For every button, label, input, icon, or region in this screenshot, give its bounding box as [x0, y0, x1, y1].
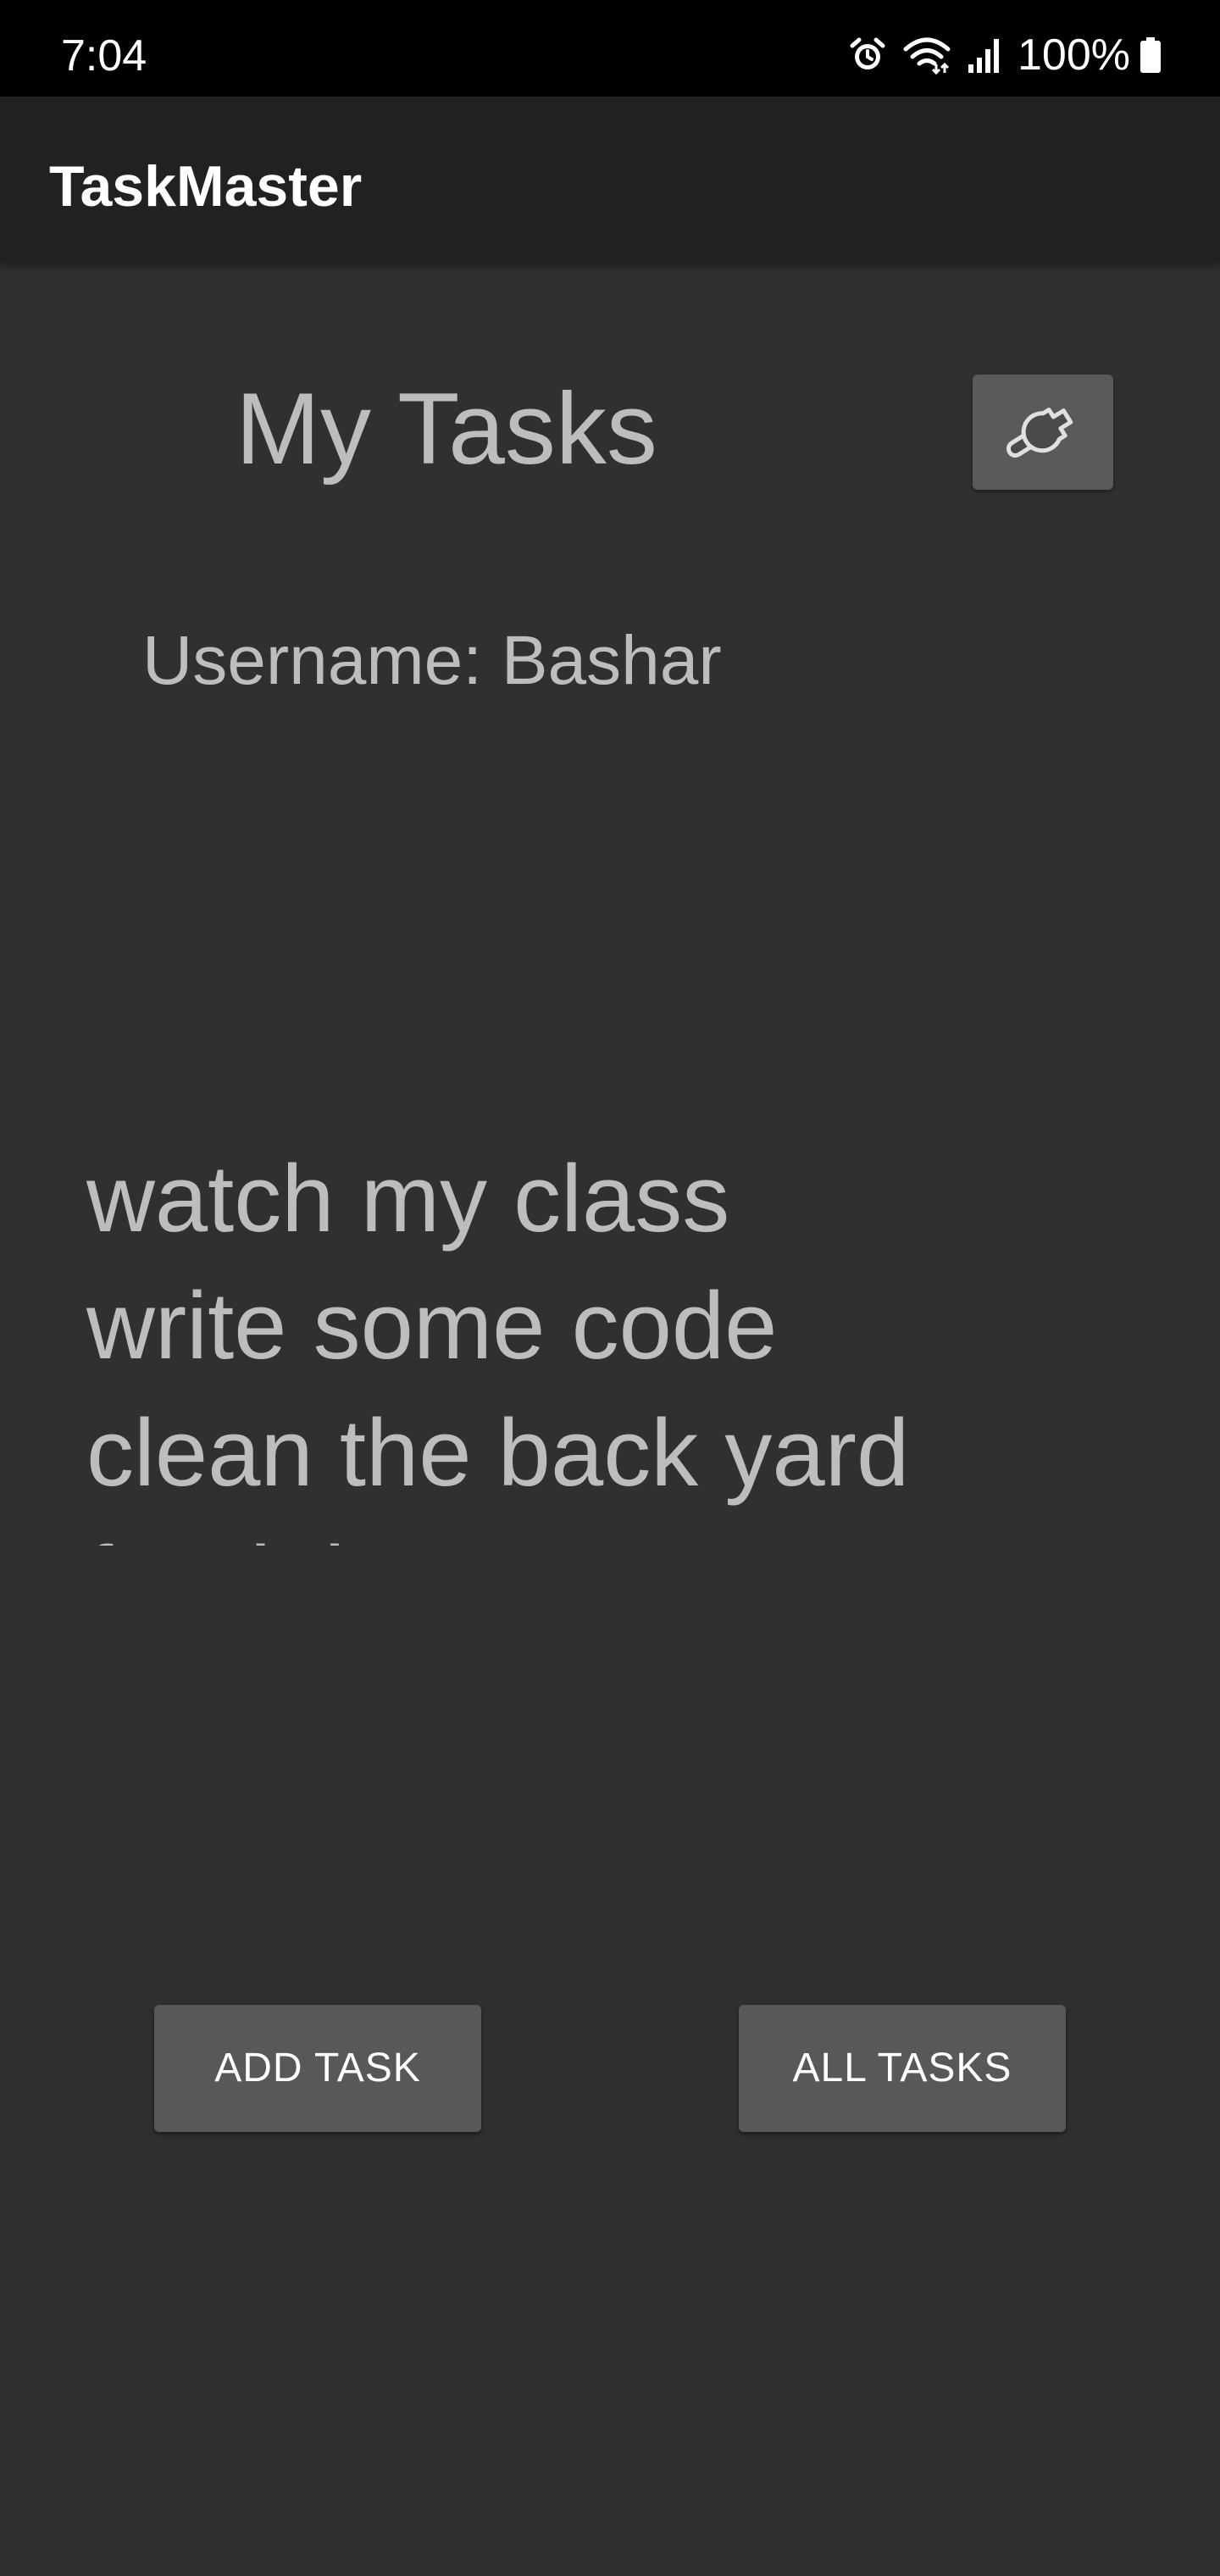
task-item[interactable]: clean the back yard — [86, 1390, 1103, 1517]
add-task-button[interactable]: ADD TASK — [154, 2005, 481, 2132]
status-icons: 100% — [848, 25, 1162, 85]
page-title: My Tasks — [236, 372, 657, 486]
wifi-icon — [902, 36, 951, 75]
settings-button[interactable] — [973, 375, 1113, 490]
screen: 7:04 100% TaskMaster My Tasks Username: … — [0, 0, 1220, 2576]
status-time: 7:04 — [61, 31, 147, 80]
wrench-icon — [996, 392, 1090, 473]
status-bar: 7:04 100% — [0, 0, 1220, 97]
tasks-list: watch my class write some code clean the… — [86, 1135, 1103, 1546]
task-item[interactable]: write some code — [86, 1263, 1103, 1390]
app-bar: TaskMaster — [0, 97, 1220, 263]
battery-percentage: 100% — [1018, 31, 1130, 80]
all-tasks-button[interactable]: ALL TASKS — [739, 2005, 1066, 2132]
task-item[interactable]: watch my class — [86, 1135, 1103, 1263]
task-item[interactable]: feed the — [86, 1517, 1103, 1546]
battery-icon — [1139, 36, 1162, 75]
app-title: TaskMaster — [49, 154, 363, 219]
alarm-icon — [848, 36, 887, 75]
username-label: Username: Bashar — [142, 622, 722, 699]
signal-icon — [967, 36, 1002, 75]
